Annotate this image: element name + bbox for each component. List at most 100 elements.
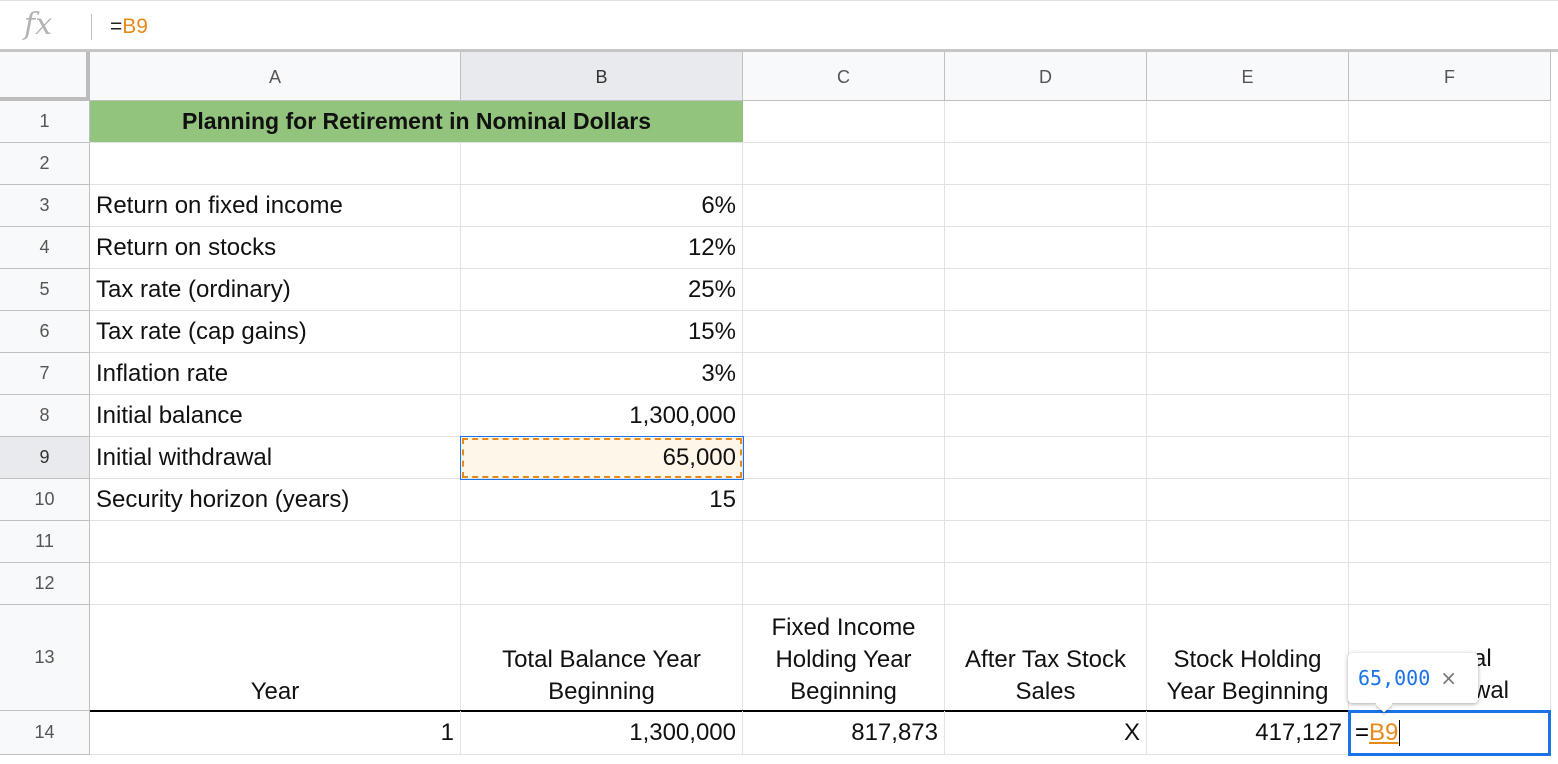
cell-empty[interactable] <box>945 563 1147 605</box>
row-header-12[interactable]: 12 <box>0 563 90 605</box>
cell-empty[interactable] <box>1147 479 1349 521</box>
row-header-5[interactable]: 5 <box>0 269 90 311</box>
cell-empty[interactable] <box>945 479 1147 521</box>
cell-empty[interactable] <box>1147 521 1349 563</box>
param-label[interactable]: Tax rate (cap gains) <box>90 311 461 353</box>
header-total-balance[interactable]: Total Balance Year Beginning <box>461 605 743 711</box>
cell-empty[interactable] <box>743 521 945 563</box>
row-header-7[interactable]: 7 <box>0 353 90 395</box>
row-header-1[interactable]: 1 <box>0 101 90 143</box>
cell-empty[interactable] <box>1147 437 1349 479</box>
param-label[interactable]: Tax rate (ordinary) <box>90 269 461 311</box>
cell-empty[interactable] <box>743 395 945 437</box>
cell-empty[interactable] <box>1349 521 1551 563</box>
cell-empty[interactable] <box>1147 311 1349 353</box>
row-header-8[interactable]: 8 <box>0 395 90 437</box>
cell-c1[interactable] <box>743 101 945 143</box>
cell-empty[interactable] <box>945 269 1147 311</box>
cell-empty[interactable] <box>945 395 1147 437</box>
cell-empty[interactable] <box>1349 185 1551 227</box>
cell-empty[interactable] <box>1147 227 1349 269</box>
param-value[interactable]: 3% <box>461 353 743 395</box>
row-header-10[interactable]: 10 <box>0 479 90 521</box>
cell-empty[interactable] <box>743 269 945 311</box>
cell-empty[interactable] <box>1147 185 1349 227</box>
cell-empty[interactable] <box>1147 395 1349 437</box>
cell-empty[interactable] <box>1349 227 1551 269</box>
row-header-13[interactable]: 13 <box>0 605 90 711</box>
param-label[interactable]: Initial balance <box>90 395 461 437</box>
cell-c2[interactable] <box>743 143 945 185</box>
cell-f1[interactable] <box>1349 101 1551 143</box>
cell-empty[interactable] <box>945 521 1147 563</box>
param-label[interactable]: Initial withdrawal <box>90 437 461 479</box>
header-stock-holding[interactable]: Stock Holding Year Beginning <box>1147 605 1349 711</box>
cell-b9-copied[interactable]: 65,000 <box>461 437 743 479</box>
param-label[interactable]: Return on stocks <box>90 227 461 269</box>
header-fixed-income[interactable]: Fixed Income Holding Year Beginning <box>743 605 945 711</box>
cell-empty[interactable] <box>945 353 1147 395</box>
cell-empty[interactable] <box>743 437 945 479</box>
cell-empty[interactable] <box>1349 437 1551 479</box>
row-header-6[interactable]: 6 <box>0 311 90 353</box>
cell-d14[interactable]: X <box>945 711 1147 755</box>
column-header-e[interactable]: E <box>1147 52 1349 101</box>
row-header-14[interactable]: 14 <box>0 711 90 755</box>
cell-empty[interactable] <box>90 563 461 605</box>
cell-empty[interactable] <box>743 563 945 605</box>
cell-empty[interactable] <box>461 521 743 563</box>
cell-empty[interactable] <box>1349 479 1551 521</box>
active-cell-f14[interactable]: = B9 <box>1348 710 1551 756</box>
formula-input[interactable]: =B9 <box>110 15 148 39</box>
cell-b14[interactable]: 1,300,000 <box>461 711 743 755</box>
row-header-9[interactable]: 9 <box>0 437 90 479</box>
cell-e1[interactable] <box>1147 101 1349 143</box>
param-value[interactable]: 15% <box>461 311 743 353</box>
param-value[interactable]: 6% <box>461 185 743 227</box>
cell-empty[interactable] <box>945 185 1147 227</box>
cell-empty[interactable] <box>461 563 743 605</box>
column-header-d[interactable]: D <box>945 52 1147 101</box>
title-cell[interactable]: Planning for Retirement in Nominal Dolla… <box>90 101 743 143</box>
cell-empty[interactable] <box>945 311 1147 353</box>
cell-empty[interactable] <box>743 185 945 227</box>
cell-e2[interactable] <box>1147 143 1349 185</box>
cell-empty[interactable] <box>90 521 461 563</box>
cell-d2[interactable] <box>945 143 1147 185</box>
cell-empty[interactable] <box>1147 269 1349 311</box>
param-value[interactable]: 1,300,000 <box>461 395 743 437</box>
column-header-c[interactable]: C <box>743 52 945 101</box>
param-value[interactable]: 15 <box>461 479 743 521</box>
cell-a2[interactable] <box>90 143 461 185</box>
cell-empty[interactable] <box>743 227 945 269</box>
cell-c14[interactable]: 817,873 <box>743 711 945 755</box>
param-value[interactable]: 25% <box>461 269 743 311</box>
row-header-2[interactable]: 2 <box>0 143 90 185</box>
cell-empty[interactable] <box>945 437 1147 479</box>
cell-a14[interactable]: 1 <box>90 711 461 755</box>
cell-e14[interactable]: 417,127 <box>1147 711 1349 755</box>
cell-empty[interactable] <box>1349 563 1551 605</box>
row-header-4[interactable]: 4 <box>0 227 90 269</box>
cell-empty[interactable] <box>743 353 945 395</box>
cell-empty[interactable] <box>1147 353 1349 395</box>
header-after-tax-stock-sales[interactable]: After Tax Stock Sales <box>945 605 1147 711</box>
cell-empty[interactable] <box>1349 269 1551 311</box>
cell-empty[interactable] <box>945 227 1147 269</box>
param-label[interactable]: Inflation rate <box>90 353 461 395</box>
param-label[interactable]: Return on fixed income <box>90 185 461 227</box>
cell-b2[interactable] <box>461 143 743 185</box>
cell-empty[interactable] <box>1147 563 1349 605</box>
close-icon[interactable]: × <box>1440 666 1457 690</box>
cell-empty[interactable] <box>1349 353 1551 395</box>
cell-empty[interactable] <box>743 479 945 521</box>
cell-empty[interactable] <box>1349 395 1551 437</box>
header-year[interactable]: Year <box>90 605 461 711</box>
cell-d1[interactable] <box>945 101 1147 143</box>
column-header-f[interactable]: F <box>1349 52 1551 101</box>
select-all-corner[interactable] <box>0 52 90 101</box>
cell-empty[interactable] <box>1349 311 1551 353</box>
row-header-3[interactable]: 3 <box>0 185 90 227</box>
param-value[interactable]: 12% <box>461 227 743 269</box>
cell-empty[interactable] <box>743 311 945 353</box>
